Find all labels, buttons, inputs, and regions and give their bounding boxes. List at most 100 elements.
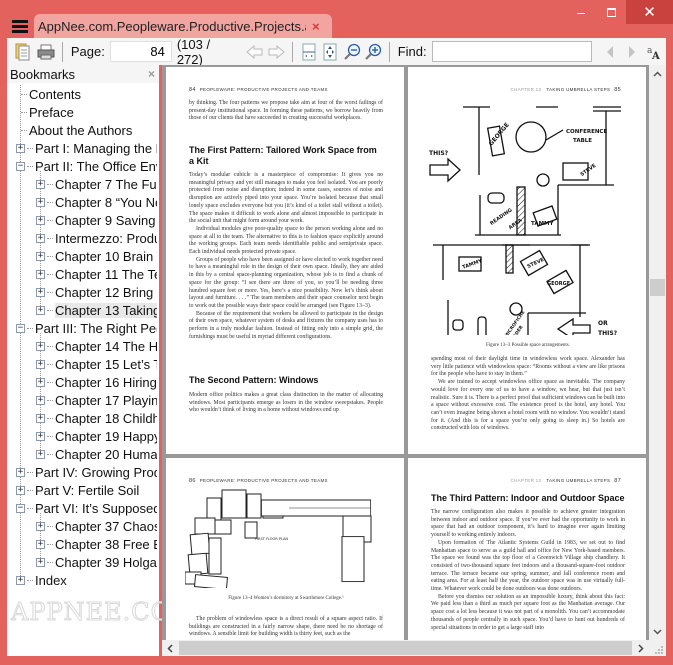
vertical-scroll-thumb[interactable]	[650, 279, 665, 296]
expand-icon[interactable]: +	[36, 359, 45, 369]
chevron-up-icon	[653, 70, 662, 77]
bookmark-item[interactable]: Preface	[16, 103, 74, 121]
expand-icon[interactable]: +	[36, 179, 45, 189]
expand-icon[interactable]: +	[36, 521, 45, 531]
scroll-right-button[interactable]	[633, 640, 649, 656]
scroll-down-button[interactable]	[649, 623, 666, 640]
bookmark-item[interactable]: + Chapter 13 Taking Umbrella Steps	[36, 301, 157, 319]
bookmark-item[interactable]: + Chapter 19 Happy to Be Here	[36, 427, 157, 445]
tab-close-icon[interactable]: ×	[312, 19, 320, 34]
hamburger-icon	[12, 20, 28, 23]
open-file-button[interactable]	[12, 41, 33, 63]
paragraph: Upon formation of The Atlantic Systems G…	[431, 539, 625, 593]
expand-icon[interactable]: +	[36, 341, 45, 351]
expand-icon[interactable]: +	[36, 287, 45, 297]
bookmark-item[interactable]: + Chapter 14 The Hornblower Factor	[36, 337, 157, 355]
expand-icon[interactable]: +	[36, 431, 45, 441]
document-tab[interactable]: AppNee.com.Peopleware.Productive.Project…	[34, 14, 332, 38]
bookmark-item[interactable]: + Index	[16, 571, 67, 589]
bookmark-item[interactable]: + Part V: Fertile Soil	[16, 481, 139, 499]
bookmark-item[interactable]: + Chapter 17 Playing Well with Others	[36, 391, 157, 409]
document-view[interactable]: 84 PEOPLEWARE: PRODUCTIVE PROJECTS AND TE…	[162, 65, 649, 640]
find-next-button[interactable]	[621, 41, 642, 63]
close-bookmarks-icon[interactable]: ×	[148, 67, 155, 81]
sketch-label: MICROFICHE	[503, 310, 526, 335]
bookmark-item[interactable]: + Chapter 38 Free Electrons	[36, 535, 157, 553]
print-button[interactable]	[35, 41, 56, 63]
bookmark-item[interactable]: + Chapter 15 Let’s Talk About Leadership	[36, 355, 157, 373]
menu-button[interactable]	[12, 20, 28, 34]
expand-icon[interactable]: +	[36, 413, 45, 423]
bookmark-label: Chapter 17 Playing Well with Others	[55, 392, 157, 408]
bookmark-item[interactable]: + Chapter 10 Brain Time Versus Body Time	[36, 247, 157, 265]
expand-icon[interactable]: +	[36, 233, 45, 243]
expand-icon[interactable]: +	[36, 377, 45, 387]
zoom-out-button[interactable]	[341, 41, 362, 63]
page-84: 84 PEOPLEWARE: PRODUCTIVE PROJECTS AND TE…	[166, 67, 404, 454]
horizontal-scrollbar[interactable]	[162, 640, 649, 656]
collapse-icon[interactable]: −	[16, 323, 25, 333]
find-previous-button[interactable]	[600, 41, 621, 63]
page-number-input[interactable]	[109, 41, 172, 62]
section-heading: The First Pattern: Tailored Work Space f…	[189, 145, 377, 166]
bookmark-item[interactable]: −Part VI: It’s Supposed to Be Fun to Wor…	[16, 499, 157, 517]
bookmark-item[interactable]: + Intermezzo: Productivity Measurement	[36, 229, 157, 247]
expand-icon[interactable]: +	[36, 305, 45, 315]
tree-connector-dots	[47, 525, 53, 527]
bookmark-item[interactable]: + Part IV: Growing Productive Teams	[16, 463, 157, 481]
fit-width-button[interactable]	[298, 41, 319, 63]
bookmark-item[interactable]: −Part III: The Right People	[16, 319, 157, 337]
next-page-button[interactable]	[266, 41, 287, 63]
bookmark-item[interactable]: About the Authors	[16, 121, 132, 139]
paragraph: The problem of windowless space is a dir…	[189, 616, 383, 638]
bookmark-item[interactable]: + Chapter 16 Hiring a Juggler	[36, 373, 157, 391]
expand-icon[interactable]: +	[36, 215, 45, 225]
expand-icon[interactable]: +	[36, 395, 45, 405]
scroll-left-button[interactable]	[162, 640, 178, 656]
expand-icon[interactable]: +	[16, 143, 25, 153]
expand-icon[interactable]: +	[36, 269, 45, 279]
expand-icon[interactable]: +	[36, 539, 45, 549]
scroll-up-button[interactable]	[649, 65, 666, 82]
bookmark-item[interactable]: + Chapter 9 Saving Money on Space	[36, 211, 157, 229]
body-text: Modern office politics makes a great cla…	[189, 392, 383, 415]
toolbar-separator	[61, 41, 63, 62]
bookmark-item[interactable]: + Chapter 7 The Furniture Police	[36, 175, 157, 193]
bookmark-item[interactable]: + Chapter 8 “You Never Get Anything Done	[36, 193, 157, 211]
bookmark-label: Chapter 13 Taking Umbrella Steps	[55, 302, 157, 318]
fit-page-button[interactable]	[319, 41, 340, 63]
collapse-icon[interactable]: −	[16, 503, 25, 513]
expand-icon[interactable]: +	[16, 467, 25, 477]
bookmark-item[interactable]: + Part I: Managing the Human Resource	[16, 139, 157, 157]
close-window-button[interactable]: ✕	[626, 0, 673, 24]
expand-icon[interactable]: +	[36, 197, 45, 207]
bookmark-item[interactable]: −Part II: The Office Environment	[16, 157, 157, 175]
zoom-in-button[interactable]	[362, 41, 383, 63]
collapse-icon[interactable]: −	[16, 161, 25, 171]
expand-icon[interactable]: +	[36, 557, 45, 567]
maximize-button[interactable]	[596, 0, 626, 24]
vertical-scrollbar[interactable]	[649, 65, 666, 640]
tree-connector-dots	[27, 327, 33, 329]
chevron-left-icon	[167, 643, 173, 653]
match-case-button[interactable]: aA	[644, 41, 665, 63]
horizontal-scroll-thumb[interactable]	[179, 641, 632, 655]
bookmark-item[interactable]: + Chapter 12 Bring Back the Door	[36, 283, 157, 301]
expand-icon[interactable]: +	[16, 485, 25, 495]
bookmark-item[interactable]: + Chapter 20 Human Capital	[36, 445, 157, 463]
minimize-button[interactable]: –	[566, 0, 596, 24]
bookmark-label: Chapter 8 “You Never Get Anything Done	[55, 194, 157, 210]
bookmark-item[interactable]: + Chapter 11 The Telephone	[36, 265, 157, 283]
previous-page-button[interactable]	[244, 41, 265, 63]
resize-grip[interactable]	[649, 640, 666, 656]
find-input[interactable]	[431, 41, 592, 62]
expand-icon[interactable]: +	[16, 575, 25, 585]
expand-icon[interactable]: +	[36, 449, 45, 459]
running-head-title: PEOPLEWARE: PRODUCTIVE PROJECTS AND TEAM…	[199, 87, 328, 92]
expand-icon[interactable]: +	[36, 251, 45, 261]
bookmark-item[interactable]: + Chapter 39 Holgar Dansk	[36, 553, 157, 571]
sketch-label: OR	[598, 320, 608, 327]
bookmark-item[interactable]: + Chapter 18 Childhood’s End	[36, 409, 157, 427]
bookmark-item[interactable]: Contents	[16, 85, 81, 103]
bookmark-item[interactable]: + Chapter 37 Chaos and Order	[36, 517, 157, 535]
